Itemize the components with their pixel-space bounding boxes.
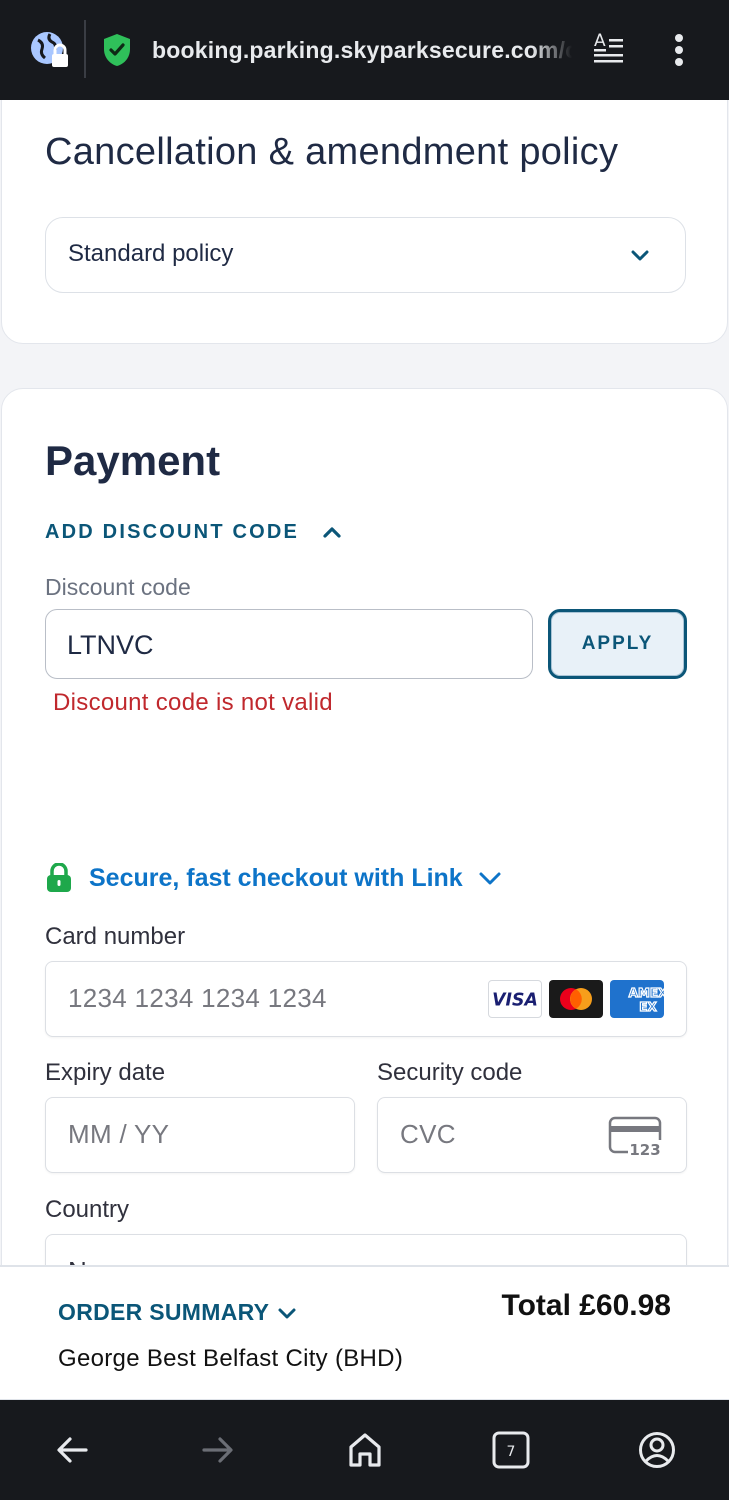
order-summary-toggle[interactable]: ORDER SUMMARY <box>58 1299 297 1326</box>
more-menu-icon[interactable] <box>664 30 694 70</box>
apply-discount-button[interactable]: APPLY <box>548 609 687 679</box>
mastercard-icon <box>549 980 603 1018</box>
address-bar-url[interactable]: booking.parking.skyparksecure.com/c <box>152 32 572 68</box>
svg-text:AMEX: AMEX <box>629 986 664 1000</box>
cancellation-policy-select[interactable]: Standard policy <box>45 217 686 293</box>
forward-icon[interactable] <box>198 1430 238 1470</box>
expiry-placeholder: MM / YY <box>68 1119 170 1149</box>
security-code-label: Security code <box>377 1059 523 1086</box>
expiry-date-label: Expiry date <box>45 1059 166 1086</box>
account-icon[interactable] <box>637 1430 677 1470</box>
link-checkout-label: Secure, fast checkout with Link <box>89 863 463 892</box>
chevron-down-icon <box>278 1308 296 1318</box>
cvc-placeholder: CVC <box>400 1119 456 1149</box>
policy-select-value: Standard policy <box>68 240 234 267</box>
discount-error-message: Discount code is not valid <box>53 689 333 716</box>
expiry-date-input[interactable]: MM / YY <box>45 1097 355 1173</box>
svg-text:123: 123 <box>629 1141 660 1158</box>
country-label: Country <box>45 1196 130 1223</box>
browser-navigation-bar: 7 <box>0 1400 729 1500</box>
amex-icon: AMEX EX <box>610 980 664 1018</box>
reader-mode-icon[interactable]: A <box>590 30 628 70</box>
browser-toolbar: booking.parking.skyparksecure.com/c A <box>0 0 729 100</box>
payment-title: Payment <box>45 437 221 484</box>
cancellation-card: Cancellation & amendment policy Standard… <box>1 100 728 344</box>
back-icon[interactable] <box>52 1430 92 1470</box>
page-content[interactable]: Cancellation & amendment policy Standard… <box>0 100 729 1265</box>
order-summary-bar: ORDER SUMMARY Total £60.98 George Best B… <box>0 1265 729 1400</box>
country-select[interactable]: N <box>45 1234 687 1265</box>
home-icon[interactable] <box>345 1430 385 1470</box>
chevron-down-icon <box>631 250 649 261</box>
security-code-input[interactable]: CVC 123 <box>377 1097 687 1173</box>
lock-icon <box>47 863 71 892</box>
card-number-input[interactable]: 1234 1234 1234 1234 VISA AMEX EX <box>45 961 687 1037</box>
svg-text:7: 7 <box>507 1444 516 1460</box>
country-select-value: N <box>68 1256 87 1265</box>
discount-toggle-label: ADD DISCOUNT CODE <box>45 520 300 543</box>
site-info-icon[interactable] <box>28 28 72 72</box>
chevron-up-icon <box>323 527 341 538</box>
svg-text:A: A <box>594 31 606 51</box>
order-total: Total £60.98 <box>501 1289 671 1322</box>
discount-code-input[interactable]: LTNVC <box>45 609 533 679</box>
tabs-icon[interactable]: 7 <box>491 1430 531 1470</box>
payment-card: Payment ADD DISCOUNT CODE Discount code … <box>1 388 728 1265</box>
chevron-down-icon <box>479 872 501 885</box>
discount-code-label: Discount code <box>45 574 191 600</box>
svg-text:VISA: VISA <box>492 991 538 1011</box>
verified-shield-icon[interactable] <box>102 33 132 67</box>
cvc-card-icon: 123 <box>608 1116 662 1158</box>
link-checkout-toggle[interactable]: Secure, fast checkout with Link <box>45 861 503 895</box>
cancellation-title: Cancellation & amendment policy <box>45 131 619 173</box>
order-summary-label: ORDER SUMMARY <box>58 1299 270 1325</box>
add-discount-code-toggle[interactable]: ADD DISCOUNT CODE <box>45 517 343 547</box>
svg-text:EX: EX <box>639 1000 657 1014</box>
visa-icon: VISA <box>488 980 542 1018</box>
card-number-label: Card number <box>45 923 186 950</box>
toolbar-separator <box>84 20 86 78</box>
order-airport: George Best Belfast City (BHD) <box>58 1345 404 1372</box>
card-number-placeholder: 1234 1234 1234 1234 <box>68 983 327 1013</box>
